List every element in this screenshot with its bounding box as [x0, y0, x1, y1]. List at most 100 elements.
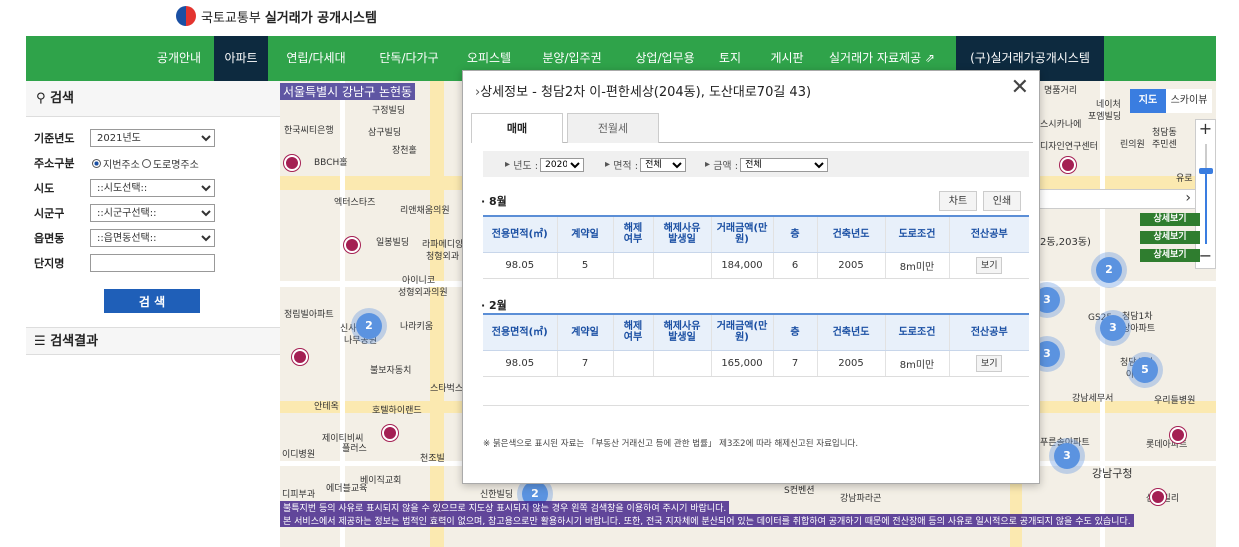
map-pin[interactable] — [292, 349, 308, 365]
addr-type-label: 주소구분 — [34, 157, 75, 170]
detail-view-button[interactable]: 상세보기 — [1140, 231, 1200, 244]
complex-input[interactable] — [90, 254, 215, 272]
map-cluster[interactable]: 2 — [356, 313, 382, 339]
map-label: 정림빌아파트 — [284, 310, 334, 320]
radio-jibun[interactable] — [92, 158, 101, 168]
chevron-right-icon[interactable]: › — [1185, 190, 1191, 206]
col-floor: 층 — [772, 313, 817, 351]
radio-road[interactable] — [141, 158, 151, 168]
map-pin[interactable] — [284, 155, 300, 171]
zoom-control[interactable]: + − — [1195, 119, 1216, 269]
detail-view-button[interactable]: 상세보기 — [1140, 249, 1200, 262]
cell-built: 2005 — [816, 350, 885, 377]
map-cluster[interactable]: 2 — [1096, 257, 1122, 283]
map-cluster[interactable]: 3 — [1100, 315, 1126, 341]
left-panel: ⚲ 검색 기준년도 2021년도 주소구분 지번주소 도로명주소 시도::시도선택:… — [26, 81, 280, 547]
detail-view-button[interactable]: 상세보기 — [1140, 213, 1200, 226]
view-doc-button[interactable]: 보기 — [976, 354, 1003, 372]
results-header: ☰ 검색결과 — [26, 327, 280, 355]
search-panel-header: ⚲ 검색 — [26, 81, 280, 117]
col-date: 계약일 — [556, 313, 613, 351]
map-label: 일봉빌딩 — [376, 238, 410, 248]
filter-bullet-icon: ▸ — [505, 159, 514, 170]
close-icon[interactable]: ✕ — [1011, 77, 1029, 99]
map-address: 서울특별시 강남구 논현동 — [280, 83, 416, 100]
section-feb: · 2월 — [481, 299, 507, 312]
area-filter-select[interactable]: 전체 — [640, 157, 687, 172]
map-label: 리앤채움의원 — [400, 206, 450, 216]
col-cancel-date: 해제사유 발생일 — [652, 313, 711, 351]
list-icon: ☰ — [34, 334, 46, 349]
modal-title: ›상세정보 - 청담2차 이-편한세상(204동), 도산대로70길 43) — [475, 85, 812, 100]
year-filter-select[interactable]: 2020년 — [540, 157, 585, 172]
chart-button[interactable]: 차트 — [939, 191, 977, 211]
tab-sale[interactable]: 매매 — [471, 113, 563, 143]
map-view-button[interactable]: 지도 — [1130, 89, 1166, 113]
tab-lease[interactable]: 전월세 — [567, 113, 659, 143]
amount-filter-label: 금액 : — [713, 161, 739, 172]
map-pin[interactable] — [382, 425, 398, 441]
map-label: 디피부과 — [282, 490, 316, 500]
nav-guide[interactable]: 공개안내 — [144, 36, 214, 81]
area-filter-label: 면적 : — [613, 161, 639, 172]
cell-road: 8m미만 — [884, 350, 949, 377]
cell-cancel — [612, 350, 653, 377]
filter-bullet-icon: ▸ — [705, 159, 714, 170]
map-label: 플러스 — [342, 444, 367, 454]
map-label: 성형외과의원 — [398, 288, 448, 298]
radio-jibun-label: 지번주소 — [103, 159, 140, 171]
view-doc-button[interactable]: 보기 — [976, 256, 1003, 274]
map-label: S컨벤션 — [784, 486, 815, 496]
cell-cancel-date — [652, 252, 711, 279]
col-cancel: 해제 여부 — [612, 215, 653, 253]
nav-apartment[interactable]: 아파트 — [214, 36, 268, 81]
map-label: 스타벅스 — [430, 384, 464, 394]
map-pin[interactable] — [344, 237, 360, 253]
skyview-button[interactable]: 스카이뷰 — [1166, 89, 1212, 113]
cell-road: 8m미만 — [884, 252, 949, 279]
dong-select[interactable]: ::읍면동선택:: — [90, 229, 215, 247]
cell-price: 184,000 — [710, 252, 773, 279]
map-pin[interactable] — [1060, 157, 1076, 173]
zoom-slider-handle[interactable] — [1199, 168, 1213, 174]
col-road: 도로조건 — [884, 313, 949, 351]
map-pin[interactable] — [1170, 427, 1186, 443]
map-label: 우리들병원 — [1154, 396, 1196, 406]
cell-date: 5 — [556, 252, 613, 279]
map-label: 안테옥 — [314, 402, 339, 412]
emblem-icon — [176, 6, 196, 26]
map-label: 신한빌딩 — [480, 490, 514, 500]
nav-rowhouse[interactable]: 연립/다세대 — [276, 36, 356, 81]
nav-detached[interactable]: 단독/다가구 — [368, 36, 450, 81]
trade-table-feb: 전용면적(㎡) 계약일 해제 여부 해제사유 발생일 거래금액(만 원) 층 건축년도… — [483, 313, 1029, 377]
section-aug: · 8월 — [481, 195, 507, 208]
map-label: 유로 — [1176, 174, 1193, 184]
footnote-2: 본 서비스에서 제공하는 정보는 법적인 효력이 없으며, 참고용으로만 활용하… — [280, 514, 1134, 527]
col-floor: 층 — [772, 215, 817, 253]
zoom-in-icon[interactable]: + — [1196, 120, 1215, 138]
amount-filter-select[interactable]: 전체 — [740, 157, 829, 172]
search-button[interactable]: 검 색 — [104, 289, 200, 313]
sido-select[interactable]: ::시도선택:: — [90, 179, 215, 197]
map-label: 강남구청 — [1092, 467, 1133, 480]
sigungu-select[interactable]: ::시군구선택:: — [90, 204, 215, 222]
col-road: 도로조건 — [884, 215, 949, 253]
col-doc: 전산공부 — [948, 215, 1029, 253]
table-header-row: 전용면적(㎡) 계약일 해제 여부 해제사유 발생일 거래금액(만 원) 층 건축년도… — [483, 215, 1029, 253]
map-label: 나라키움 — [400, 322, 434, 332]
map-label: 스시카나에 — [1040, 120, 1082, 130]
radio-road-label: 도로명주소 — [152, 159, 199, 171]
map-cluster[interactable]: 5 — [1132, 357, 1158, 383]
logo[interactable]: 국토교통부 실거래가 공개시스템 — [176, 6, 377, 26]
side-info-box: › — [1038, 189, 1196, 209]
year-select[interactable]: 2021년도 — [90, 129, 215, 147]
divider — [483, 405, 1029, 406]
cell-price: 165,000 — [710, 350, 773, 377]
print-button[interactable]: 인쇄 — [983, 191, 1021, 211]
col-doc: 전산공부 — [948, 313, 1029, 351]
map-label: 삼구빌딩 — [368, 128, 402, 138]
map-label: 린의원 — [1120, 140, 1145, 150]
logo-ministry: 국토교통부 — [201, 10, 261, 26]
map-label: 디자인연구센터 — [1040, 142, 1098, 152]
map-cluster[interactable]: 3 — [1054, 443, 1080, 469]
